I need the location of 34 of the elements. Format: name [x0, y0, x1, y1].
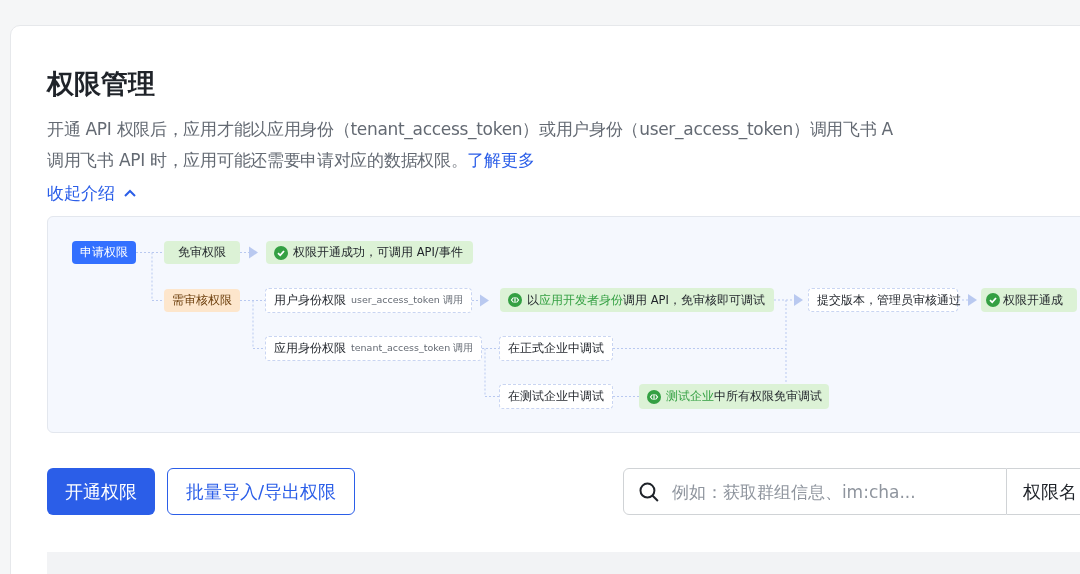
search-box[interactable]: 例如：获取群组信息、im:cha... [623, 468, 1007, 515]
node-label: 提交版本，管理员审核通过 [817, 292, 961, 308]
node-label: 需审核权限 [172, 293, 232, 308]
node-note: user_access_token 调用 [351, 294, 463, 307]
node-label: 权限开通成 [1003, 292, 1063, 308]
page-title: 权限管理 [47, 67, 156, 101]
check-circle-icon [274, 245, 288, 260]
node-label: 以应用开发者身份调用 API，免审核即可调试 [527, 292, 765, 308]
node-label: 应用身份权限 [274, 341, 346, 356]
description-text: 调用飞书 API 时，应用可能还需要申请对应的数据权限。 [47, 150, 468, 170]
node-note: tenant_access_token 调用 [351, 342, 474, 355]
search-icon [638, 480, 660, 503]
node-label: 在测试企业中调试 [508, 389, 604, 404]
node-label: 在正式企业中调试 [508, 341, 604, 356]
check-circle-icon [986, 293, 1000, 307]
connector-arrow [239, 246, 258, 259]
code-circle-icon [647, 389, 661, 404]
chevron-icon [123, 188, 137, 198]
connector-arrow [471, 294, 489, 307]
node-label: 测试企业中所有权限免审调试 [666, 389, 822, 404]
connector-arrow [773, 294, 803, 306]
filter-select[interactable]: 权限名 [1007, 468, 1080, 515]
learn-more-link[interactable]: 了解更多 [467, 150, 536, 170]
connector-line [612, 396, 640, 397]
search-input[interactable]: 例如：获取群组信息、im:cha... [669, 480, 992, 503]
node-label: 权限开通成功，可调用 API/事件 [293, 245, 463, 260]
description-text: 开通 API 权限后，应用才能以应用身份（tenant_access_token）或用户身份（user_access_token）调用飞书 A [47, 119, 893, 139]
import-export-button[interactable]: 批量导入/导出权限 [167, 468, 356, 515]
node-label: 免审权限 [178, 245, 226, 260]
code-circle-icon [508, 293, 522, 307]
open-permission-button[interactable]: 开通权限 [47, 468, 155, 515]
collapse-intro-link[interactable]: 收起介绍 [47, 181, 137, 205]
node-label: 申请权限 [80, 245, 128, 260]
node-label: 用户身份权限 [274, 293, 346, 308]
